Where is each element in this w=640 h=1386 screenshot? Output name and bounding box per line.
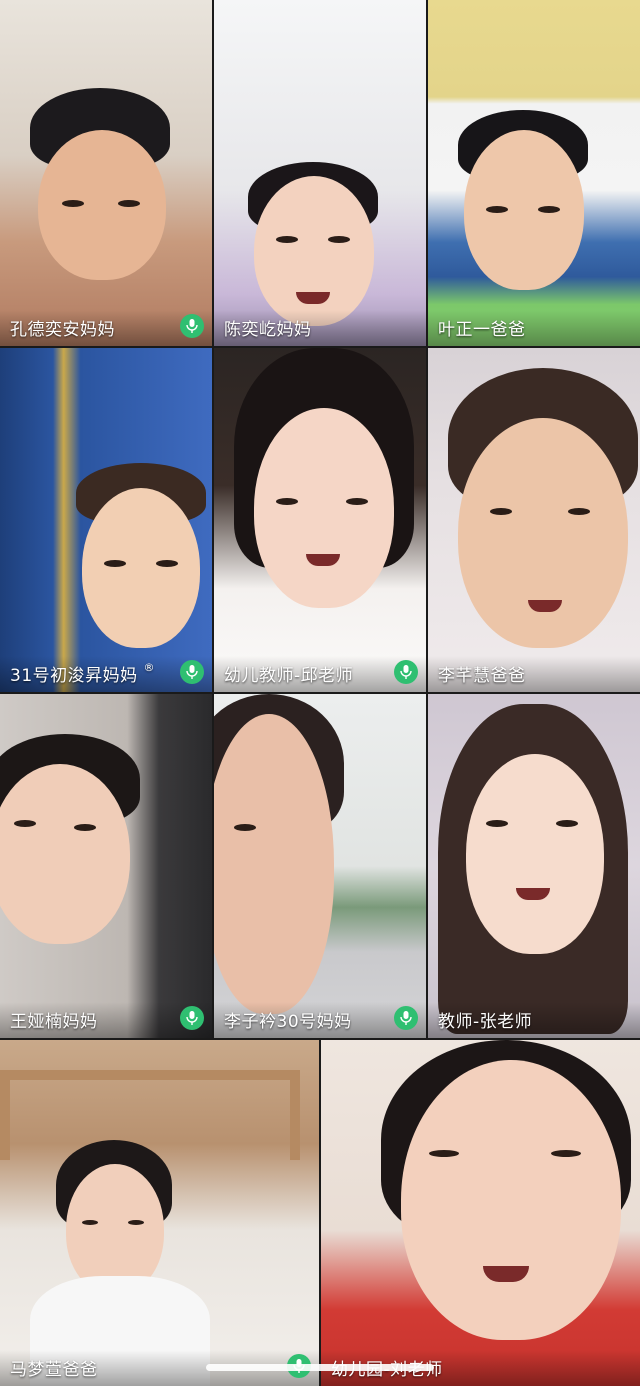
participant-tile[interactable]: 教师-张老师 xyxy=(428,694,640,1038)
avatar-face xyxy=(0,764,130,944)
avatar-face xyxy=(66,1164,164,1294)
microphone-icon[interactable] xyxy=(180,1006,204,1030)
participant-name: 叶正一爸爸 xyxy=(438,320,526,340)
avatar-face xyxy=(254,408,394,608)
participant-name: 李芊慧爸爸 xyxy=(438,666,526,686)
microphone-icon[interactable] xyxy=(394,1006,418,1030)
avatar-face xyxy=(458,418,628,648)
participant-tile[interactable]: 叶正一爸爸 xyxy=(428,0,640,346)
participant-name: 李子衿30号妈妈 xyxy=(224,1012,352,1032)
video-call-grid: 孔德奕安妈妈 陈奕屹妈妈 叶正一爸爸 31号初浚昇妈妈 ® 幼儿教师-邱老师 李… xyxy=(0,0,640,1386)
bunk-bed xyxy=(0,1070,300,1160)
participant-tile[interactable]: 李芊慧爸爸 xyxy=(428,348,640,692)
participant-name: 马梦萱爸爸 xyxy=(10,1360,98,1380)
microphone-icon[interactable] xyxy=(180,660,204,684)
participant-tile[interactable]: 31号初浚昇妈妈 ® xyxy=(0,348,212,692)
participant-tile[interactable]: 陈奕屹妈妈 xyxy=(214,0,426,346)
home-indicator[interactable] xyxy=(206,1364,434,1371)
avatar-face xyxy=(464,130,584,290)
participant-tile[interactable]: 幼儿园-刘老师 xyxy=(321,1040,640,1386)
avatar-face xyxy=(466,754,604,954)
microphone-icon[interactable] xyxy=(180,314,204,338)
participant-tile[interactable]: 孔德奕安妈妈 xyxy=(0,0,212,346)
registered-badge: ® xyxy=(143,661,156,674)
microphone-icon[interactable] xyxy=(394,660,418,684)
participant-name: 31号初浚昇妈妈 ® xyxy=(10,661,156,686)
participant-tile[interactable]: 幼儿教师-邱老师 xyxy=(214,348,426,692)
participant-tile[interactable]: 李子衿30号妈妈 xyxy=(214,694,426,1038)
avatar-face xyxy=(401,1060,621,1340)
participant-name: 教师-张老师 xyxy=(438,1012,533,1032)
participant-name: 王娅楠妈妈 xyxy=(10,1012,98,1032)
participant-name: 孔德奕安妈妈 xyxy=(10,320,115,340)
avatar-face xyxy=(82,488,200,648)
participant-tile[interactable]: 王娅楠妈妈 xyxy=(0,694,212,1038)
participant-tile[interactable]: 马梦萱爸爸 xyxy=(0,1040,319,1386)
participant-name: 幼儿教师-邱老师 xyxy=(224,666,354,686)
avatar-face xyxy=(38,130,166,280)
participant-name: 陈奕屹妈妈 xyxy=(224,320,312,340)
